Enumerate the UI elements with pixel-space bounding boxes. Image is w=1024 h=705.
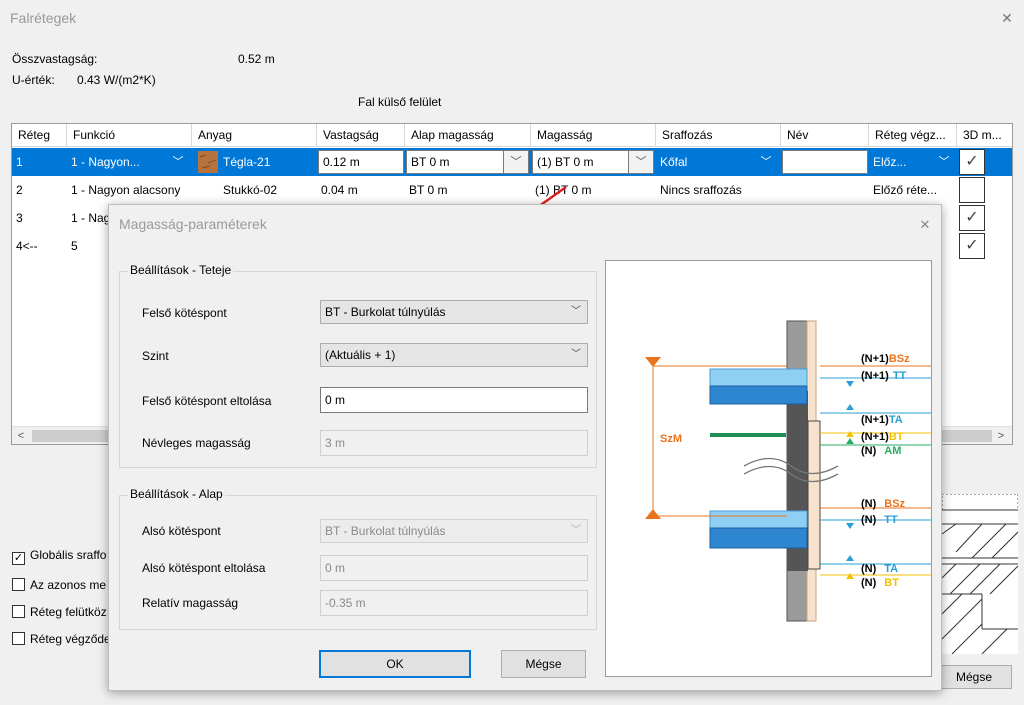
level-prefix: (N+1) <box>861 414 889 426</box>
level-code: TA <box>884 563 898 575</box>
level-prefix: (N) <box>861 445 877 457</box>
level-label: Szint <box>142 349 169 363</box>
chevron-down-icon: ﹀ <box>571 306 581 317</box>
cancel-button[interactable]: Mégse <box>501 650 586 678</box>
level-prefix: (N) <box>861 514 877 526</box>
relative-height-input: -0.35 m <box>320 590 588 616</box>
szm-label: SzM <box>660 433 682 445</box>
level-prefix: (N+1) <box>861 353 889 365</box>
top-anchor-value: BT - Burkolat túlnyúlás <box>325 305 446 319</box>
group-legend: Beállítások - Teteje <box>128 263 234 277</box>
level-code: BT <box>884 577 899 589</box>
top-offset-label: Felső kötéspont eltolása <box>142 394 272 408</box>
height-parameters-dialog: Magasság-paraméterek ✕ Beállítások - Tet… <box>108 204 942 691</box>
bottom-anchor-select: BT - Burkolat túlnyúlás ﹀ <box>320 519 588 543</box>
height-diagram-preview: SzM (N+1)BSz (N+1) TT (N+1)TA (N+1)BT (N… <box>605 260 932 677</box>
chevron-down-icon: ﹀ <box>571 525 581 536</box>
level-prefix: (N) <box>861 577 877 589</box>
wall-section-diagram: SzM (N+1)BSz (N+1) TT (N+1)TA (N+1)BT (N… <box>645 320 931 622</box>
level-code: AM <box>884 445 901 457</box>
svg-text:(N+1)BSz: (N+1)BSz <box>861 353 910 365</box>
level-value: (Aktuális + 1) <box>325 348 396 362</box>
bottom-anchor-label: Alsó kötéspont <box>142 524 221 538</box>
bottom-anchor-value: BT - Burkolat túlnyúlás <box>325 524 446 538</box>
chevron-down-icon: ﹀ <box>571 349 581 360</box>
level-prefix: (N+1) <box>861 370 889 382</box>
nominal-height-input: 3 m <box>320 430 588 456</box>
svg-text:(N+1)TA: (N+1)TA <box>861 414 903 426</box>
level-prefix: (N) <box>861 498 877 510</box>
level-code: TT <box>884 514 898 526</box>
level-code: BT <box>889 431 904 443</box>
top-settings-group: Beállítások - Teteje Felső kötéspont BT … <box>119 263 597 468</box>
level-code: BSz <box>889 353 910 365</box>
group-legend: Beállítások - Alap <box>128 487 225 501</box>
top-offset-input[interactable]: 0 m <box>320 387 588 413</box>
nominal-height-label: Névleges magasság <box>142 436 251 450</box>
level-select[interactable]: (Aktuális + 1) ﹀ <box>320 343 588 367</box>
ok-button[interactable]: OK <box>319 650 471 678</box>
top-anchor-select[interactable]: BT - Burkolat túlnyúlás ﹀ <box>320 300 588 324</box>
level-prefix: (N) <box>861 563 877 575</box>
svg-text:(N)BT: (N) BT <box>861 577 899 589</box>
level-code: TA <box>889 414 903 426</box>
bottom-offset-input: 0 m <box>320 555 588 581</box>
svg-text:(N)AM: (N) AM <box>861 445 901 457</box>
svg-text:(N)TA: (N) TA <box>861 563 898 575</box>
relative-height-label: Relatív magasság <box>142 596 239 610</box>
bottom-offset-label: Alsó kötéspont eltolása <box>142 561 266 575</box>
level-prefix: (N+1) <box>861 431 889 443</box>
svg-text:(N+1)BT: (N+1)BT <box>861 431 904 443</box>
base-settings-group: Beállítások - Alap Alsó kötéspont BT - B… <box>119 487 597 630</box>
top-anchor-label: Felső kötéspont <box>142 306 227 320</box>
dialog-title: Magasság-paraméterek <box>119 216 267 232</box>
level-code: TT <box>893 370 907 382</box>
svg-text:(N+1)TT: (N+1) TT <box>861 370 907 382</box>
level-code: BSz <box>884 498 905 510</box>
close-icon[interactable]: ✕ <box>915 215 935 235</box>
